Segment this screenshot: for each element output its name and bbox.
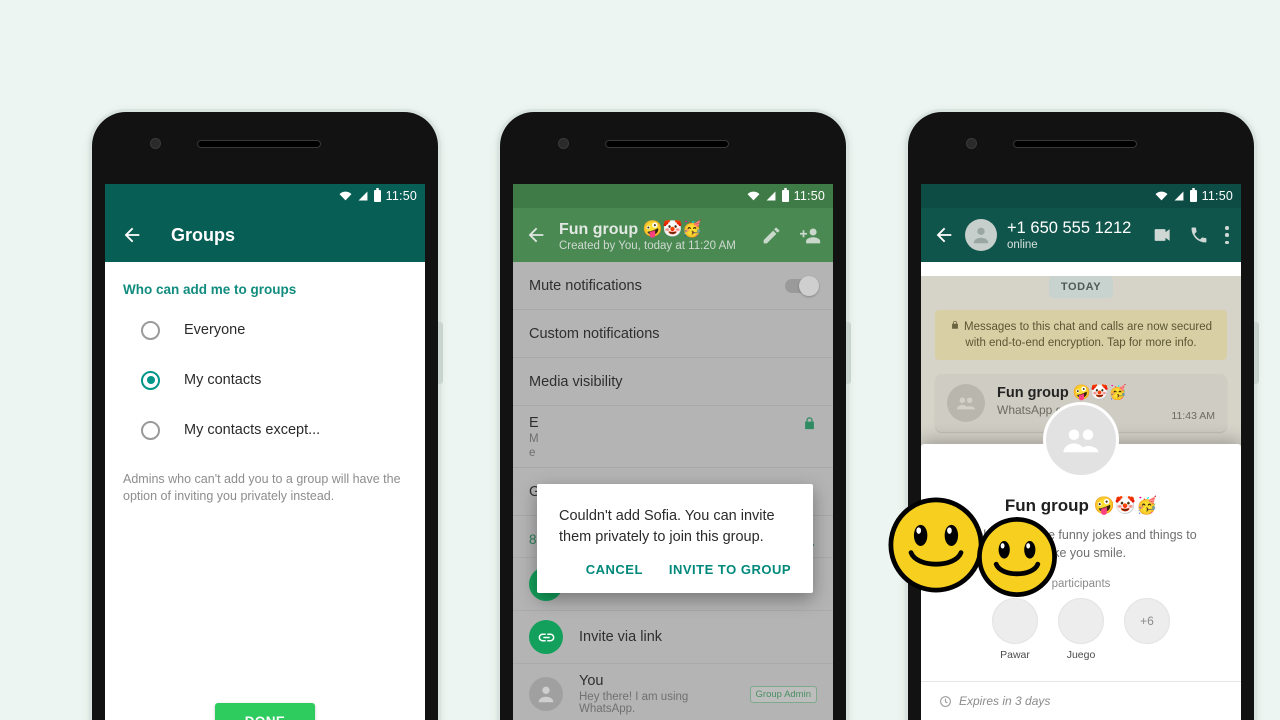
dialog-invite-to-group-button[interactable]: INVITE TO GROUP [669,562,791,577]
phone-right-screen: 11:50 +1 650 555 1212 online TODAY Messa… [921,184,1241,720]
contact-title-block: +1 650 555 1212 online [1007,219,1143,251]
front-camera-icon [558,138,569,149]
invite-bubble-title: Fun group 🤪🤡🥳 [997,385,1127,401]
radio-label: My contacts except... [184,422,321,438]
avatar-name: Pawar [1000,649,1030,661]
signal-icon [1174,191,1184,201]
contact-name: +1 650 555 1212 [1007,219,1132,237]
signal-icon [766,191,776,201]
group-title-block: Fun group 🤪🤡🥳 Created by You, today at 1… [559,219,749,252]
status-time: 11:50 [385,189,417,203]
invite-expiry-text: Expires in 3 days [959,694,1051,708]
avatar [992,598,1038,644]
status-bar: 11:50 [921,184,1241,208]
chat-thread: TODAY Messages to this chat and calls ar… [921,276,1241,720]
add-person-icon[interactable] [800,225,821,246]
status-bar: 11:50 [513,184,833,208]
app-bar-actions [1153,225,1229,245]
help-text: Admins who can't add you to a group will… [123,472,401,503]
phone-middle: 11:50 Fun group 🤪🤡🥳 Created by You, toda… [500,112,851,720]
day-divider: TODAY [1048,276,1114,298]
pencil-icon[interactable] [761,225,782,246]
encryption-banner[interactable]: Messages to this chat and calls are now … [935,310,1227,360]
wifi-icon [747,191,760,201]
earpiece-speaker [197,140,321,148]
radio-label: My contacts [184,372,262,388]
done-button-container: DONE [105,703,425,720]
app-bar: Fun group 🤪🤡🥳 Created by You, today at 1… [513,208,833,262]
phone-middle-screen: 11:50 Fun group 🤪🤡🥳 Created by You, toda… [513,184,833,720]
phone-right: 11:50 +1 650 555 1212 online TODAY Messa… [908,112,1259,720]
encryption-banner-text: Messages to this chat and calls are now … [963,321,1213,349]
app-bar: Groups [105,208,425,262]
cannot-add-dialog: Couldn't add Sofia. You can invite them … [537,484,813,593]
clock-icon [940,695,951,707]
avatar-overflow-count: +6 [1124,598,1170,644]
group-avatar-icon [947,384,985,422]
back-arrow-icon[interactable] [525,224,547,246]
phone-left-screen: 11:50 Groups Who can add me to groups Ev… [105,184,425,720]
overflow-menu-icon[interactable] [1225,226,1229,244]
back-arrow-icon[interactable] [933,224,955,246]
dialog-cancel-button[interactable]: CANCEL [586,562,643,577]
wifi-icon [1155,191,1168,201]
smiley-sticker-large-icon [888,497,984,593]
battery-icon [373,188,381,202]
dialog-actions: CANCEL INVITE TO GROUP [559,548,791,587]
radio-label: Everyone [184,322,246,338]
screenshot-stage: 11:50 Groups Who can add me to groups Ev… [0,0,1280,720]
power-button[interactable] [846,322,851,384]
earpiece-speaker [605,140,729,148]
phone-left: 11:50 Groups Who can add me to groups Ev… [92,112,443,720]
page-title: Groups [171,224,236,245]
radio-my-contacts-except-icon[interactable] [141,420,160,440]
groups-privacy-body: Who can add me to groups Everyone My con… [105,262,425,720]
app-bar-actions [761,225,821,246]
group-invite-card: Fun group 🤪🤡🥳 A place to share funny jok… [921,402,1241,720]
contact-avatar-icon[interactable] [965,219,997,251]
video-call-icon[interactable] [1153,225,1173,245]
wifi-icon [339,191,352,201]
avatar-item-overflow[interactable]: +6 [1121,598,1173,661]
avatar-name: Juego [1066,649,1096,661]
status-time: 11:50 [793,189,825,203]
power-button[interactable] [438,322,443,384]
signal-icon [358,191,368,201]
earpiece-speaker [1013,140,1137,148]
group-info-body: Mute notifications Custom notifications … [513,262,833,720]
section-title: Who can add me to groups [123,282,297,297]
front-camera-icon [966,138,977,149]
done-button[interactable]: DONE [214,703,316,720]
invite-card-avatars: Pawar Juego +6 [921,590,1241,661]
invite-card-actions: CANCEL JOIN GROUP [921,708,1241,720]
avatar [1058,598,1104,644]
radio-option-everyone[interactable]: Everyone [105,305,425,355]
back-arrow-icon[interactable] [121,224,143,246]
group-name: Fun group 🤪🤡🥳 [559,220,703,238]
status-bar: 11:50 [105,184,425,208]
invite-expiry: Expires in 3 days [921,682,1241,708]
contact-presence: online [1007,239,1038,251]
lock-icon [952,320,958,329]
smiley-sticker-small-icon [977,517,1057,597]
radio-option-my-contacts-except[interactable]: My contacts except... [105,405,425,455]
group-avatar-icon [1043,402,1119,478]
dialog-message: Couldn't add Sofia. You can invite them … [559,508,775,545]
battery-icon [781,188,789,202]
radio-everyone-icon[interactable] [141,320,160,340]
radio-option-my-contacts[interactable]: My contacts [105,355,425,405]
power-button[interactable] [1254,322,1259,384]
status-time: 11:50 [1201,189,1233,203]
radio-my-contacts-icon[interactable] [141,370,160,390]
message-timestamp: 11:43 AM [1171,410,1215,422]
group-created-subtitle: Created by You, today at 11:20 AM [559,239,736,252]
front-camera-icon [150,138,161,149]
avatar-item[interactable]: Pawar [989,598,1041,661]
battery-icon [1189,188,1197,202]
phone-call-icon[interactable] [1189,225,1209,245]
app-bar: +1 650 555 1212 online [921,208,1241,262]
avatar-item[interactable]: Juego [1055,598,1107,661]
